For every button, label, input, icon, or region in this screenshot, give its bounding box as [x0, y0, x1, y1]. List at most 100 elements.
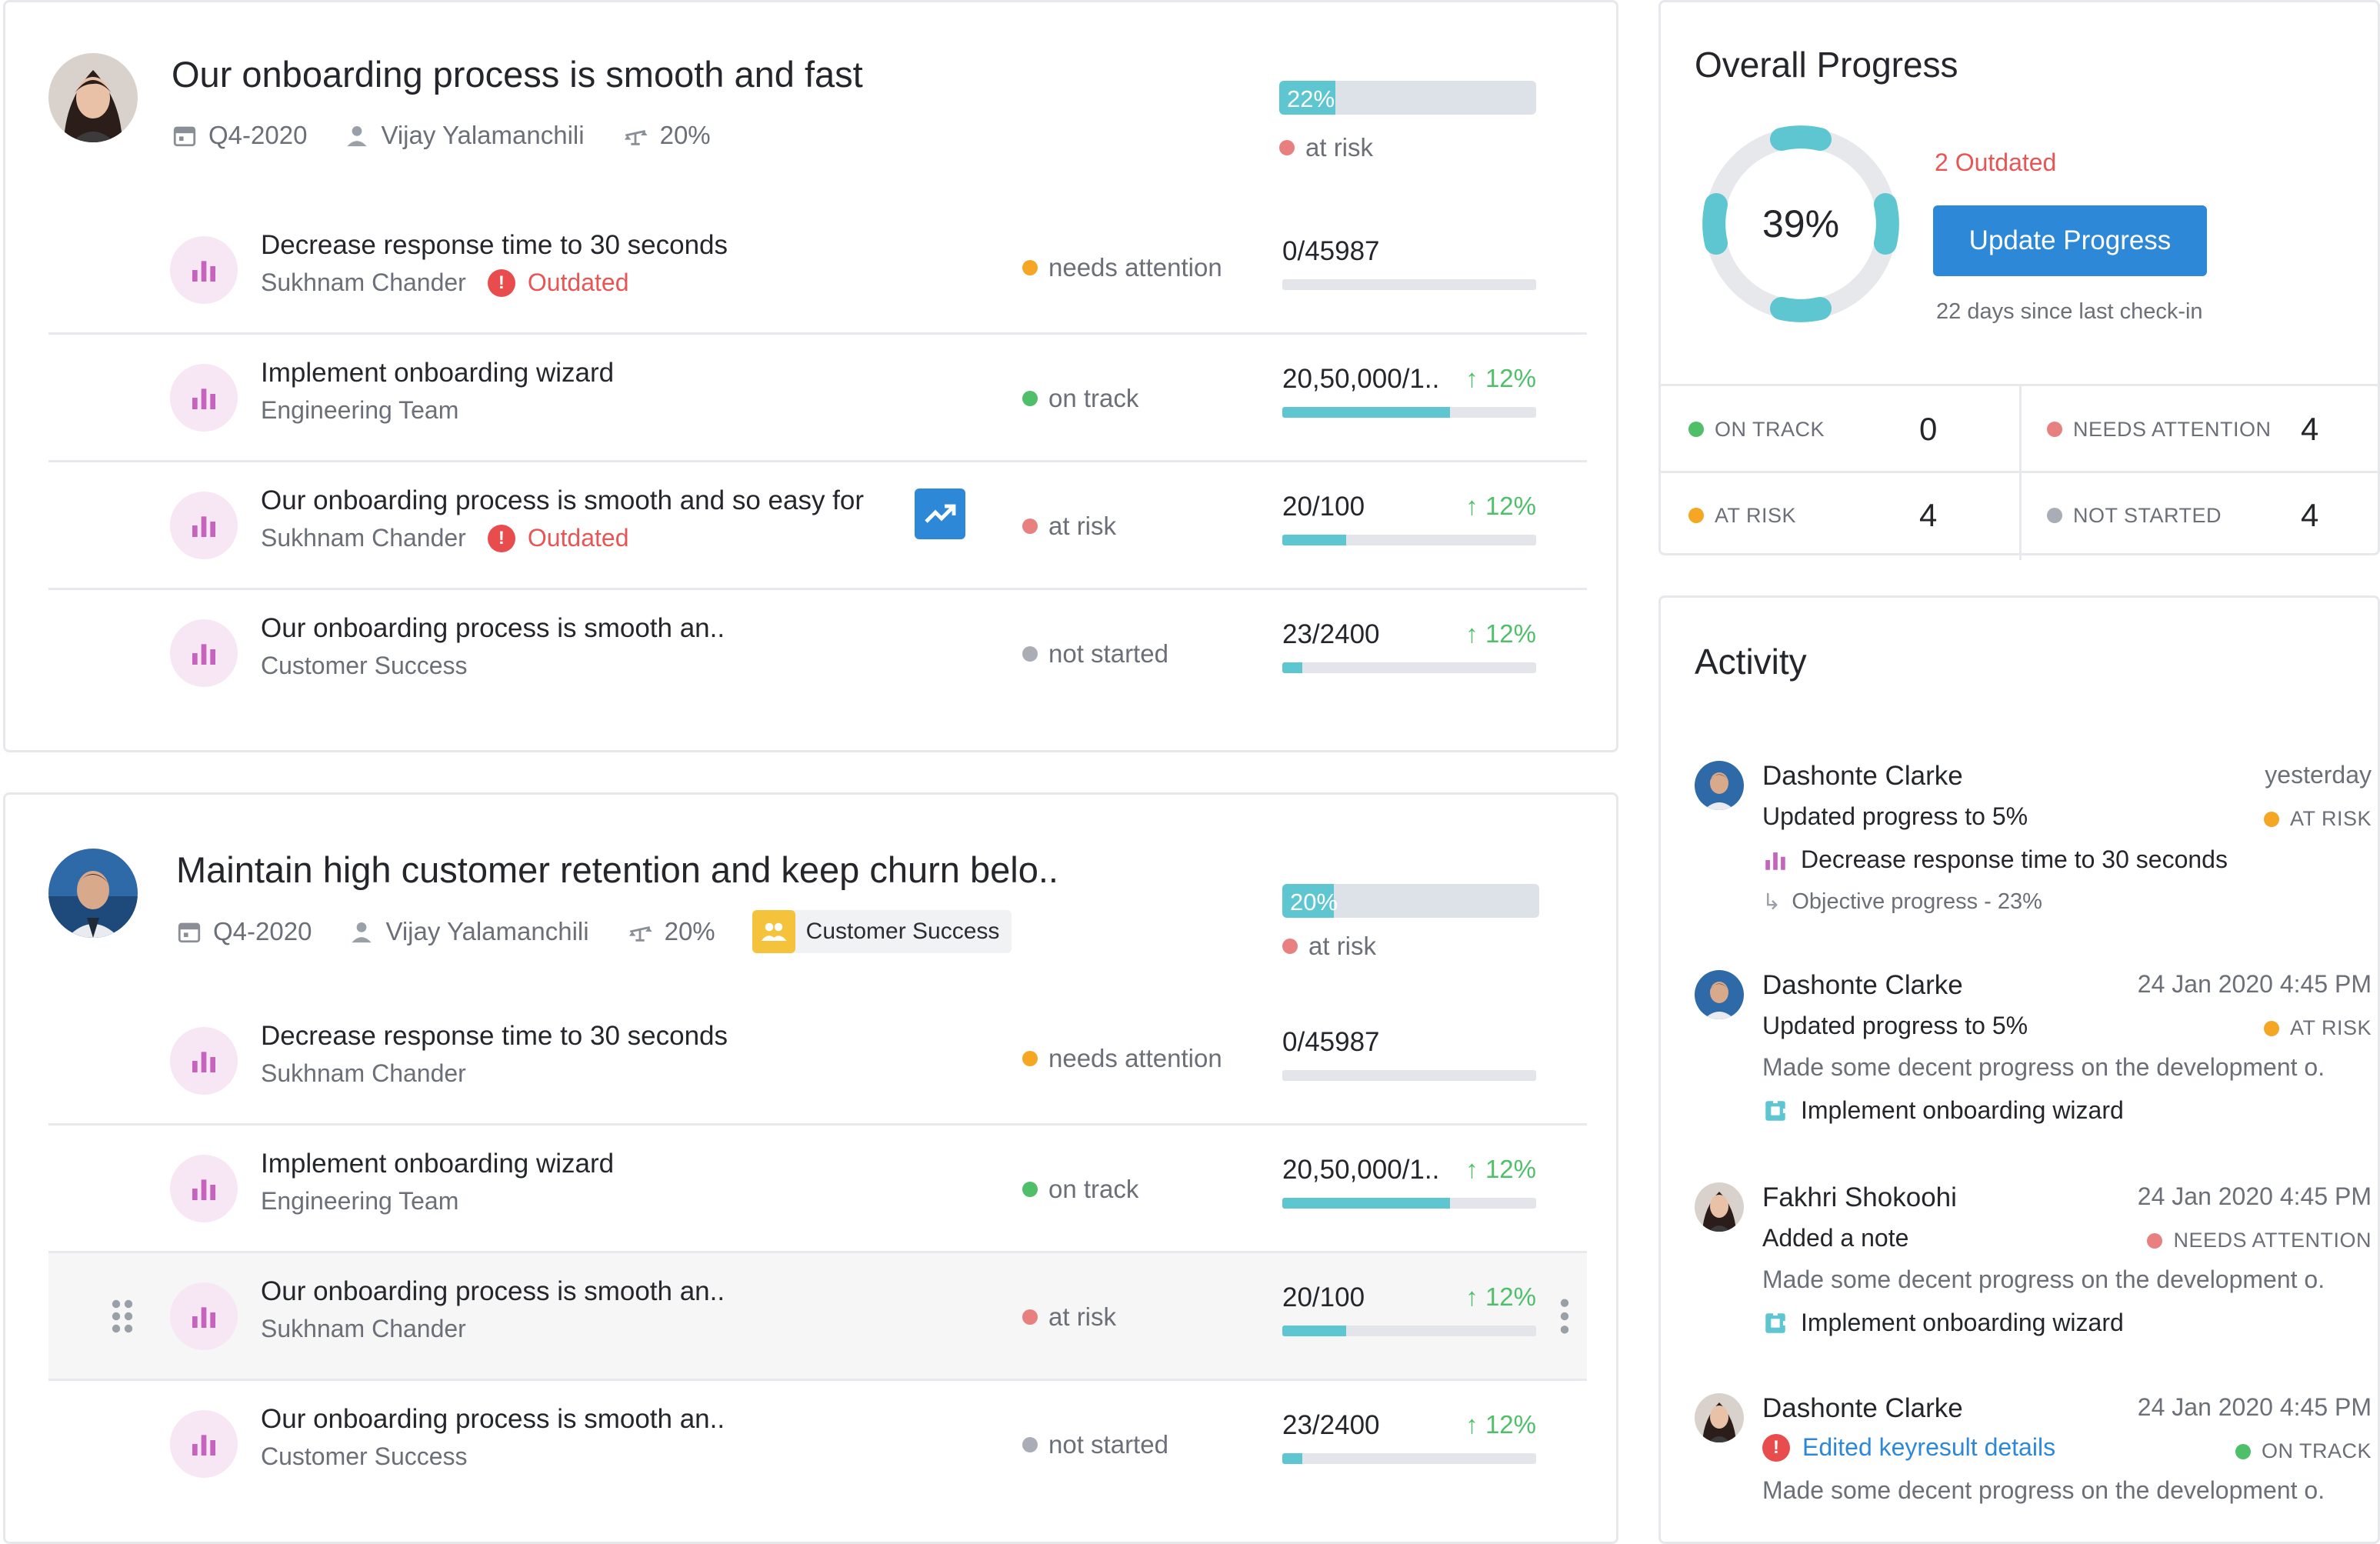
key-result-status-label: not started — [1048, 1430, 1168, 1459]
key-result-row[interactable]: Decrease response time to 30 seconds Suk… — [48, 207, 1587, 335]
key-result-title[interactable]: Our onboarding process is smooth an.. — [261, 1404, 725, 1435]
count-label: ON TRACK — [1715, 417, 1825, 441]
overall-progress-card: Overall Progress 39% 2 Outdated Update P… — [1658, 0, 2380, 560]
objective-card: Our onboarding process is smooth and fas… — [3, 0, 1618, 752]
last-check-in: 22 days since last check-in — [1936, 299, 2203, 324]
drag-handle-icon[interactable] — [110, 1298, 135, 1339]
status-dot — [1022, 260, 1038, 275]
key-result-row[interactable]: Implement onboarding wizard Engineering … — [48, 335, 1587, 462]
objective-header: Maintain high customer retention and kee… — [48, 849, 1618, 1002]
bar-chart-icon — [170, 619, 238, 687]
count-label: NOT STARTED — [2073, 503, 2222, 527]
activity-key-result-label: Decrease response time to 30 seconds — [1801, 845, 2228, 873]
activity-item: Dashonte Clarke 24 Jan 2020 4:45 PM ! Ed… — [1695, 1393, 2372, 1524]
key-result-status: at risk — [1022, 512, 1116, 541]
key-result-status: needs attention — [1022, 253, 1222, 282]
count-value: 4 — [2301, 497, 2319, 533]
activity-user[interactable]: Dashonte Clarke — [1762, 970, 1963, 1001]
key-result-status: not started — [1022, 1430, 1168, 1459]
status-dot — [2263, 1020, 2279, 1036]
key-result-status-label: needs attention — [1048, 1044, 1222, 1072]
scale-icon — [624, 129, 648, 145]
count-value: 4 — [2301, 411, 2319, 447]
key-result-progress-bar — [1282, 662, 1536, 673]
activity-action[interactable]: ! Edited keyresult details — [1762, 1433, 2055, 1462]
objective-title[interactable]: Maintain high customer retention and kee… — [176, 849, 1058, 891]
key-result-delta: ↑ 12% — [1465, 1410, 1536, 1439]
key-result-status-label: on track — [1048, 1175, 1139, 1203]
outdated-count[interactable]: 2 Outdated — [1935, 148, 2056, 177]
bar-chart-icon — [170, 1410, 238, 1478]
key-result-progress-fill — [1282, 1326, 1346, 1336]
key-result-status-label: at risk — [1048, 1302, 1117, 1331]
key-result-owner-label: Sukhnam Chander — [261, 1059, 466, 1087]
key-result-progress-bar — [1282, 1326, 1536, 1336]
key-result-owner-label: Customer Success — [261, 652, 468, 679]
objective-title[interactable]: Our onboarding process is smooth and fas… — [172, 53, 863, 95]
weight: 20% — [622, 121, 711, 150]
key-result-status: on track — [1022, 1175, 1138, 1204]
key-result-row[interactable]: Implement onboarding wizard Engineering … — [48, 1125, 1587, 1253]
activity-status: AT RISK — [2263, 1016, 2372, 1040]
key-result-title[interactable]: Implement onboarding wizard — [261, 358, 614, 389]
key-result-status: at risk — [1022, 1302, 1116, 1332]
key-result-delta: ↑ 12% — [1465, 492, 1536, 520]
activity-status: ON TRACK — [2235, 1439, 2372, 1463]
activity-key-result[interactable]: Decrease response time to 30 seconds — [1762, 845, 2228, 874]
status-dot — [1022, 1309, 1038, 1325]
key-result-owner: Customer Success — [261, 1442, 468, 1471]
objective-status-label: at risk — [1308, 932, 1377, 960]
activity-time: 24 Jan 2020 4:45 PM — [2137, 1182, 2372, 1210]
key-result-owner-label: Engineering Team — [261, 1187, 459, 1215]
activity-user[interactable]: Fakhri Shokoohi — [1762, 1182, 1957, 1213]
key-result-status-label: on track — [1048, 384, 1139, 412]
status-dot — [1022, 1051, 1038, 1066]
key-result-row[interactable]: Our onboarding process is smooth and so … — [48, 462, 1587, 590]
key-result-row[interactable]: Our onboarding process is smooth an.. Cu… — [48, 1381, 1587, 1509]
activity-status: AT RISK — [2263, 807, 2372, 831]
activity-key-result[interactable]: Implement onboarding wizard — [1762, 1309, 2124, 1337]
owner: Vijay Yalamanchili — [344, 121, 585, 150]
count-label: NEEDS ATTENTION — [2073, 417, 2272, 441]
calendar-icon — [173, 126, 196, 147]
count-label: AT RISK — [1715, 503, 1797, 527]
trending-up-icon — [925, 504, 956, 523]
key-result-status-label: at risk — [1048, 512, 1117, 540]
update-progress-button[interactable]: Update Progress — [1933, 205, 2207, 276]
activity-action: Updated progress to 5% — [1762, 802, 2028, 830]
team-chip[interactable]: Customer Success — [752, 910, 1012, 953]
key-result-title[interactable]: Decrease response time to 30 seconds — [261, 230, 728, 261]
key-result-progress-fill — [1282, 1198, 1450, 1209]
more-options-icon[interactable] — [1559, 1296, 1570, 1340]
key-result-title[interactable]: Decrease response time to 30 seconds — [261, 1021, 728, 1052]
bar-chart-icon — [170, 236, 238, 304]
key-result-row[interactable]: Our onboarding process is smooth an.. Cu… — [48, 590, 1587, 718]
key-result-row[interactable]: Our onboarding process is smooth an.. Su… — [48, 1253, 1587, 1381]
key-result-status: on track — [1022, 384, 1138, 413]
activity-objective-label: Objective progress - 23% — [1792, 889, 2042, 914]
bar-chart-icon — [1765, 852, 1785, 870]
owner-label: Vijay Yalamanchili — [381, 121, 585, 149]
key-result-status: not started — [1022, 639, 1168, 669]
key-result-title[interactable]: Our onboarding process is smooth and so … — [261, 485, 864, 516]
overall-progress-title: Overall Progress — [1695, 45, 1958, 85]
count-not-started: NOT STARTED 4 — [2047, 472, 2380, 559]
activity-key-result[interactable]: Implement onboarding wizard — [1762, 1096, 2124, 1125]
key-result-value: 0/45987 — [1282, 1027, 1536, 1081]
key-result-list: Decrease response time to 30 seconds Suk… — [48, 207, 1587, 718]
quarter: Q4-2020 — [172, 121, 307, 150]
key-result-title[interactable]: Our onboarding process is smooth an.. — [261, 1276, 725, 1307]
activity-user[interactable]: Dashonte Clarke — [1762, 761, 1963, 792]
activity-action: Added a note — [1762, 1224, 1909, 1252]
key-result-row[interactable]: Decrease response time to 30 seconds Suk… — [48, 998, 1587, 1125]
puzzle-icon — [1765, 1098, 1788, 1121]
key-result-owner: Sukhnam Chander — [261, 1315, 466, 1343]
key-result-title[interactable]: Our onboarding process is smooth an.. — [261, 613, 725, 644]
activity-action-label: Edited keyresult details — [1802, 1433, 2056, 1461]
activity-user[interactable]: Dashonte Clarke — [1762, 1393, 1963, 1424]
key-result-title[interactable]: Implement onboarding wizard — [261, 1149, 614, 1179]
outdated-label: Outdated — [527, 268, 629, 296]
trend-icon-button[interactable] — [915, 489, 965, 539]
calendar-icon — [178, 922, 201, 943]
alert-icon: ! — [487, 268, 515, 297]
